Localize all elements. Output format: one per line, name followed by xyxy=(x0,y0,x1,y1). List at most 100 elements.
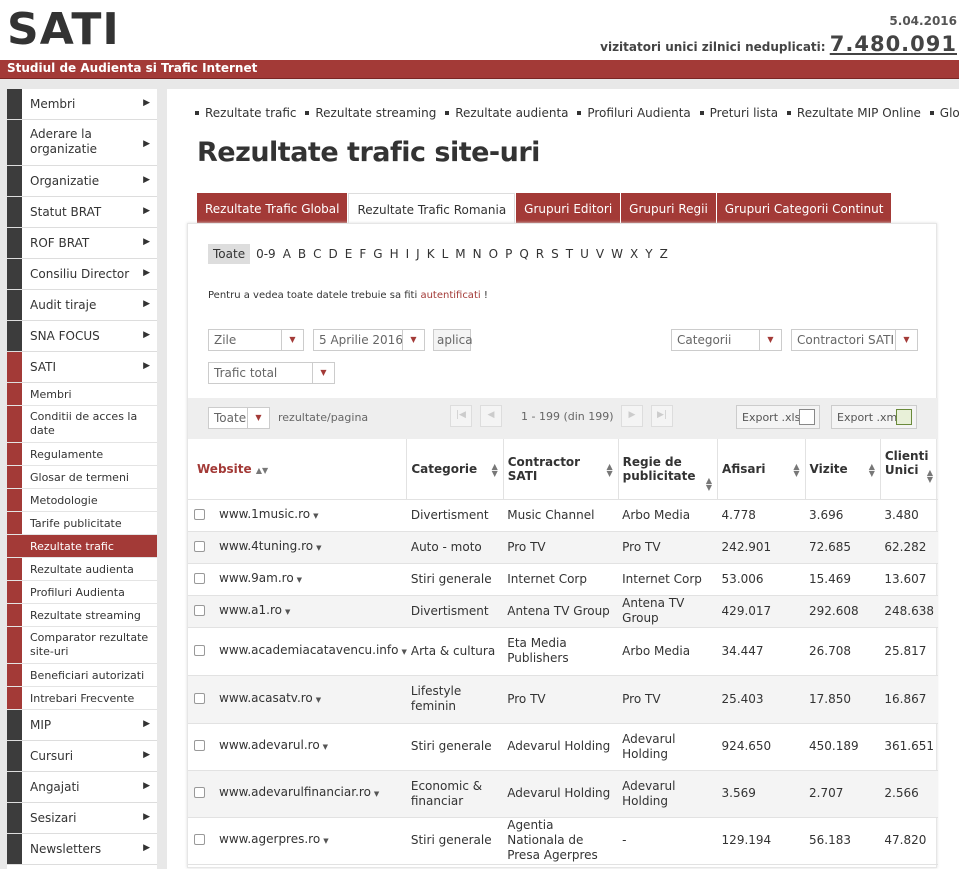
toplink[interactable]: Rezultate trafic xyxy=(205,106,297,120)
table-row[interactable]: www.9am.ro ▼ Stiri generale Internet Corp In… xyxy=(188,563,938,596)
alpha-filter-letter[interactable]: P xyxy=(505,247,512,261)
chevron-down-icon[interactable]: ▼ xyxy=(285,608,290,616)
alpha-filter-letter[interactable]: X xyxy=(630,247,638,261)
sidebar-item-sesizari[interactable]: Sesizari ▶ xyxy=(7,803,157,834)
sidebar-item-membri[interactable]: Membri ▶ xyxy=(7,89,157,120)
sidebar-subitem[interactable]: Membri xyxy=(7,383,157,406)
alpha-filter-letter[interactable]: L xyxy=(442,247,449,261)
row-checkbox[interactable] xyxy=(194,508,205,520)
tab-grupuri-editori[interactable]: Grupuri Editori xyxy=(516,193,621,223)
sidebar-subitem[interactable]: Beneficiari autorizati xyxy=(7,664,157,687)
alpha-filter-letter[interactable]: E xyxy=(345,247,353,261)
contractor-select[interactable]: Contractori SATI ▼ xyxy=(791,329,918,351)
sidebar-item-sati[interactable]: SATI ▶ xyxy=(7,352,157,383)
toplink[interactable]: Glosar xyxy=(940,106,959,120)
alpha-filter-letter[interactable]: U xyxy=(580,247,589,261)
chevron-down-icon[interactable]: ▼ xyxy=(313,512,318,520)
sidebar-item-newsletters[interactable]: Newsletters ▶ xyxy=(7,834,157,865)
alpha-filter-letter[interactable]: H xyxy=(390,247,399,261)
login-link[interactable]: autentificati xyxy=(420,290,480,301)
sidebar-subitem[interactable]: Conditii de acces la date xyxy=(7,406,157,443)
table-row[interactable]: www.adevarulfinanciar.ro ▼ Economic & fina… xyxy=(188,770,938,818)
sidebar-item-sna[interactable]: SNA FOCUS ▶ xyxy=(7,321,157,352)
sidebar-subitem[interactable]: Profiluri Audienta xyxy=(7,581,157,604)
row-checkbox[interactable] xyxy=(194,692,205,704)
row-checkbox[interactable] xyxy=(194,740,205,751)
alpha-filter-letter[interactable]: R xyxy=(536,247,544,261)
website-link[interactable]: www.a1.ro xyxy=(219,603,282,617)
row-checkbox[interactable] xyxy=(194,572,205,584)
col-contractor[interactable]: Contractor SATI ▲ ▼ xyxy=(503,439,619,500)
table-row[interactable]: www.acasatv.ro ▼ Lifestyle feminin Pro TV Pr… xyxy=(188,675,938,724)
sidebar-item-angajati[interactable]: Angajati ▶ xyxy=(7,772,157,803)
alpha-filter-letter[interactable]: J xyxy=(416,247,420,261)
alpha-filter-letter[interactable]: C xyxy=(313,247,321,261)
alpha-filter-letter[interactable]: O xyxy=(489,247,498,261)
chevron-down-icon[interactable]: ▼ xyxy=(297,576,302,584)
sidebar-item-cursuri[interactable]: Cursuri ▶ xyxy=(7,741,157,772)
alpha-filter-letter[interactable]: B xyxy=(298,247,306,261)
sidebar-item-consiliu[interactable]: Consiliu Director ▶ xyxy=(7,259,157,290)
alpha-filter-letter[interactable]: F xyxy=(359,247,366,261)
alpha-filter-letter[interactable]: S xyxy=(551,247,559,261)
sidebar-item-mip[interactable]: MIP ▶ xyxy=(7,710,157,741)
website-link[interactable]: www.academiacatavencu.info xyxy=(219,643,398,657)
website-link[interactable]: www.4tuning.ro xyxy=(219,539,313,553)
chevron-down-icon[interactable]: ▼ xyxy=(323,837,328,845)
alpha-filter-letter[interactable]: I xyxy=(406,247,410,261)
row-checkbox[interactable] xyxy=(194,787,205,798)
website-link[interactable]: www.adevarulfinanciar.ro xyxy=(219,785,371,799)
sidebar-subitem[interactable]: Tarife publicitate xyxy=(7,512,157,535)
website-link[interactable]: www.acasatv.ro xyxy=(219,691,313,705)
site-logo[interactable]: SATI xyxy=(7,4,120,55)
table-row[interactable]: www.4tuning.ro ▼ Auto - moto Pro TV Pro TV 24… xyxy=(188,531,938,564)
table-row[interactable]: www.adevarul.ro ▼ Stiri generale Adevarul H… xyxy=(188,723,938,771)
sidebar-item-rof[interactable]: ROF BRAT ▶ xyxy=(7,228,157,259)
alpha-filter-letter[interactable]: Y xyxy=(645,247,652,261)
alpha-filter-letter[interactable]: 0-9 xyxy=(256,247,276,261)
export-xls-button[interactable]: Export .xls xyxy=(736,405,820,429)
next-page-button[interactable]: ▶ xyxy=(621,405,643,427)
toplink[interactable]: Profiluri Audienta xyxy=(587,106,690,120)
sidebar-subitem[interactable]: Regulamente xyxy=(7,443,157,466)
sidebar-subitem[interactable]: Rezultate streaming xyxy=(7,604,157,627)
alpha-filter-letter[interactable]: Z xyxy=(660,247,668,261)
toplink[interactable]: Preturi lista xyxy=(710,106,778,120)
sidebar-item-organizatie[interactable]: Organizatie ▶ xyxy=(7,166,157,197)
sidebar-subitem[interactable]: Comparator rezultate site-uri xyxy=(7,627,157,664)
chevron-down-icon[interactable]: ▼ xyxy=(316,544,321,552)
tab-grupuri-regii[interactable]: Grupuri Regii xyxy=(621,193,716,223)
row-checkbox[interactable] xyxy=(194,604,205,616)
date-select[interactable]: 5 Aprilie 2016 ▼ xyxy=(313,329,425,351)
col-categorie[interactable]: Categorie ▲ ▼ xyxy=(406,439,504,500)
row-checkbox[interactable] xyxy=(194,644,205,656)
alpha-filter-letter[interactable]: Q xyxy=(519,247,528,261)
website-link[interactable]: www.adevarul.ro xyxy=(219,738,320,752)
metric-select[interactable]: Trafic total ▼ xyxy=(208,362,335,384)
alpha-filter-letter[interactable]: A xyxy=(283,247,291,261)
chevron-down-icon[interactable]: ▼ xyxy=(401,648,406,656)
col-afisari[interactable]: Afisari ▲ ▼ xyxy=(717,439,806,500)
alpha-filter-letter[interactable]: K xyxy=(427,247,435,261)
table-row[interactable]: www.1music.ro ▼ Divertisment Music Channel A… xyxy=(188,499,938,532)
export-xml-button[interactable]: Export .xml xyxy=(831,405,917,429)
alpha-filter-letter[interactable]: G xyxy=(373,247,382,261)
toplink[interactable]: Rezultate MIP Online xyxy=(797,106,921,120)
alpha-filter-letter[interactable]: N xyxy=(473,247,482,261)
period-select[interactable]: Zile ▼ xyxy=(208,329,304,351)
table-row[interactable]: www.academiacatavencu.info ▼ Arta & cultur… xyxy=(188,627,938,676)
alpha-filter-letter[interactable]: V xyxy=(596,247,604,261)
tab-trafic-global[interactable]: Rezultate Trafic Global xyxy=(197,193,348,223)
sidebar-item-audit[interactable]: Audit tiraje ▶ xyxy=(7,290,157,321)
chevron-down-icon[interactable]: ▼ xyxy=(374,790,379,798)
sidebar-item-statut[interactable]: Statut BRAT ▶ xyxy=(7,197,157,228)
alpha-filter-letter[interactable]: M xyxy=(455,247,465,261)
website-link[interactable]: www.agerpres.ro xyxy=(219,832,320,846)
toplink[interactable]: Rezultate streaming xyxy=(315,106,436,120)
sidebar-item-aderare[interactable]: Aderare la organizatie ▶ xyxy=(7,120,157,166)
col-regie[interactable]: Regie de publicitate ▲ ▼ xyxy=(618,439,719,500)
tab-grupuri-categorii[interactable]: Grupuri Categorii Continut xyxy=(716,193,892,223)
sidebar-subitem[interactable]: Intrebari Frecvente xyxy=(7,687,157,710)
table-row[interactable]: www.a1.ro ▼ Divertisment Antena TV Group Ant… xyxy=(188,595,938,628)
tab-trafic-romania[interactable]: Rezultate Trafic Romania xyxy=(348,193,516,223)
